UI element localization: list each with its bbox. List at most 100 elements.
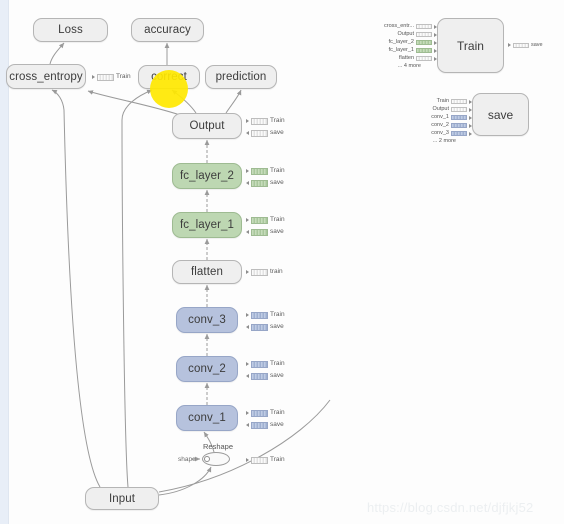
graph-node-accuracy[interactable]: accuracy (131, 18, 204, 42)
panel-input-stub (451, 107, 467, 112)
badge-cross_entropy-train[interactable]: Train (92, 73, 131, 81)
graph-op-node-label: Reshape (203, 442, 234, 451)
panel-input-row[interactable]: conv_2 (410, 122, 472, 129)
badge-reshape-train[interactable]: Train (246, 456, 285, 464)
graph-node-fc_layer_2[interactable]: fc_layer_2 (172, 163, 242, 189)
panel-input-stub (451, 123, 467, 128)
panel-input-row[interactable]: fc_layer_2 (375, 39, 437, 46)
badge-stub (251, 421, 268, 429)
arrow-icon (246, 362, 249, 366)
panel-title: Train (457, 38, 484, 53)
arrow-icon (434, 32, 437, 37)
graph-node-conv_2[interactable]: conv_2 (176, 356, 238, 382)
badge-stub (251, 167, 268, 175)
graph-node-label: accuracy (144, 24, 191, 36)
arrow-icon (246, 131, 249, 135)
graph-node-label: fc_layer_1 (179, 219, 235, 231)
badge-label: Train (270, 409, 285, 416)
badge-label: train (270, 268, 283, 275)
arrow-icon (246, 119, 249, 123)
badge-label: save (270, 228, 284, 235)
panel-input-row[interactable]: flatten (375, 55, 437, 62)
badge-label: save (270, 129, 284, 136)
badge-stub (251, 179, 268, 187)
badge-stub (251, 372, 268, 380)
badge-label: save (270, 179, 284, 186)
arrow-icon (469, 107, 472, 112)
panel-input-label: conv_3 (431, 130, 449, 136)
badge-output-save[interactable]: save (246, 129, 284, 137)
watermark: https://blog.csdn.net/djfjkj52 (367, 500, 534, 515)
panel-input-label: Output (397, 31, 414, 37)
badge-conv_2-train[interactable]: Train (246, 360, 285, 368)
badge-fc_layer_1-train[interactable]: Train (246, 216, 285, 224)
panel-input-stub (451, 131, 467, 136)
graph-node-output[interactable]: Output (172, 113, 242, 139)
panel-input-stub (416, 48, 432, 53)
panel-input-row[interactable]: conv_1 (410, 114, 472, 121)
panel-input-row[interactable]: cross_entr... (375, 23, 437, 30)
graph-node-label: Output (189, 120, 225, 132)
arrow-icon (469, 123, 472, 128)
panel-input-stub (416, 40, 432, 45)
panel-input-label: cross_entr... (384, 23, 414, 29)
panel-train-panel-box[interactable]: Train (437, 18, 504, 73)
arrow-icon (92, 75, 95, 79)
graph-canvas[interactable]: Lossaccuracycross_entropycorrectpredicti… (0, 0, 564, 524)
badge-label: save (270, 323, 284, 330)
arrow-icon (434, 24, 437, 29)
panel-input-label: fc_layer_2 (388, 39, 414, 45)
panel-output-row[interactable]: save (508, 42, 560, 49)
panel-input-label: conv_1 (431, 114, 449, 120)
badge-stub (251, 323, 268, 331)
graph-node-loss[interactable]: Loss (33, 18, 108, 42)
arrow-icon (434, 48, 437, 53)
graph-node-label: fc_layer_2 (179, 170, 235, 182)
badge-output-train[interactable]: Train (246, 117, 285, 125)
badge-label: Train (270, 216, 285, 223)
panel-more-label[interactable]: ... 2 more (410, 138, 456, 144)
panel-input-label: conv_2 (431, 122, 449, 128)
panel-input-label: Train (436, 98, 449, 104)
panel-save-panel-box[interactable]: save (472, 93, 529, 136)
badge-flatten-train[interactable]: train (246, 268, 283, 276)
shape-port-circle[interactable] (204, 456, 210, 462)
panel-input-row[interactable]: Train (410, 98, 472, 105)
graph-node-cross_entropy[interactable]: cross_entropy (6, 64, 86, 89)
graph-node-conv_3[interactable]: conv_3 (176, 307, 238, 333)
badge-fc_layer_2-save[interactable]: save (246, 179, 284, 187)
badge-stub (251, 360, 268, 368)
arrow-icon (246, 325, 249, 329)
graph-node-conv_1[interactable]: conv_1 (176, 405, 238, 431)
badge-fc_layer_1-save[interactable]: save (246, 228, 284, 236)
panel-input-row[interactable]: fc_layer_1 (375, 47, 437, 54)
arrow-icon (246, 181, 249, 185)
graph-node-prediction[interactable]: prediction (205, 65, 277, 89)
arrow-icon (246, 270, 249, 274)
graph-node-flatten[interactable]: flatten (172, 260, 242, 284)
arrow-icon (246, 411, 249, 415)
panel-input-row[interactable]: Output (375, 31, 437, 38)
panel-input-row[interactable]: conv_3 (410, 130, 472, 137)
badge-stub (251, 268, 268, 276)
badge-conv_2-save[interactable]: save (246, 372, 284, 380)
badge-conv_1-train[interactable]: Train (246, 409, 285, 417)
badge-conv_3-train[interactable]: Train (246, 311, 285, 319)
badge-conv_1-save[interactable]: save (246, 421, 284, 429)
panel-input-row[interactable]: Output (410, 106, 472, 113)
badge-fc_layer_2-train[interactable]: Train (246, 167, 285, 175)
badge-stub (251, 228, 268, 236)
badge-label: Train (270, 456, 285, 463)
panel-output-stub (513, 42, 529, 48)
arrow-icon (246, 313, 249, 317)
graph-node-input[interactable]: Input (85, 487, 159, 510)
graph-node-label: Loss (58, 24, 83, 36)
arrow-icon (246, 458, 249, 462)
graph-node-fc_layer_1[interactable]: fc_layer_1 (172, 212, 242, 238)
arrow-icon (469, 131, 472, 136)
badge-conv_3-save[interactable]: save (246, 323, 284, 331)
panel-input-label: fc_layer_1 (388, 47, 414, 53)
panel-output-label: save (531, 41, 543, 48)
panel-more-label[interactable]: ... 4 more (375, 63, 421, 69)
badge-label: Train (270, 117, 285, 124)
